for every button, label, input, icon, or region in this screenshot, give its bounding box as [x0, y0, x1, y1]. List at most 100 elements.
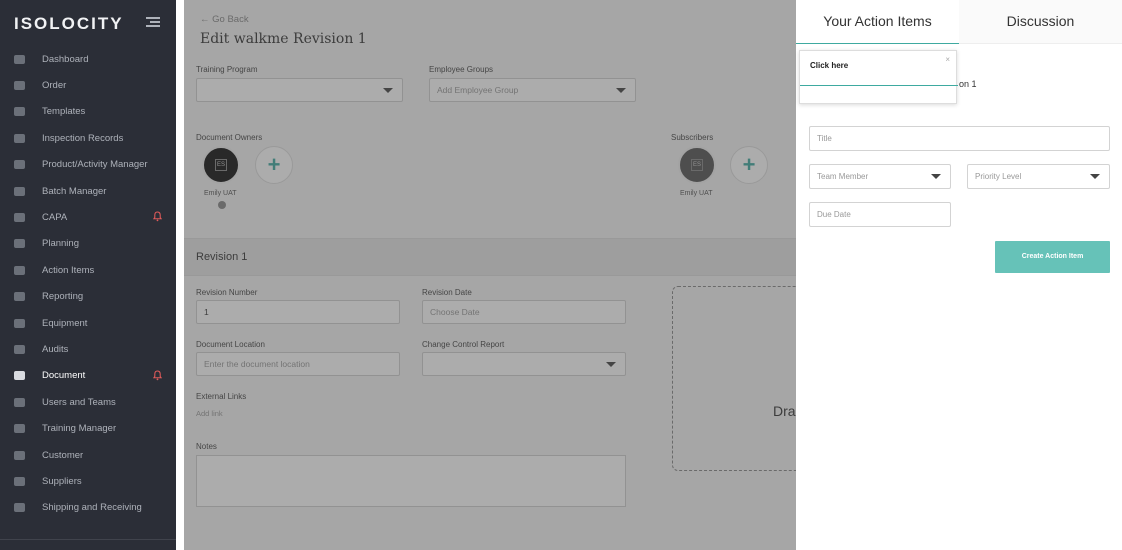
sidebar-item-audits[interactable]: Audits	[0, 336, 176, 362]
create-action-item-button[interactable]: Create Action Item	[995, 241, 1110, 273]
sidebar-item-action-items[interactable]: Action Items	[0, 257, 176, 283]
sidebar-nav: Dashboard Order Templates Inspection Record…	[0, 46, 176, 521]
sidebar-item-customer[interactable]: Customer	[0, 442, 176, 468]
sidebar-item-suppliers[interactable]: Suppliers	[0, 468, 176, 494]
revision-header: Revision 1	[196, 251, 248, 263]
sidebar: ISOLOCITY Dashboard Order Templates Inspect…	[0, 0, 176, 550]
owner-name: Emily UAT	[204, 190, 237, 197]
sidebar-divider	[0, 539, 176, 540]
order-icon	[12, 80, 26, 92]
action-title-input[interactable]: Title	[809, 126, 1110, 151]
sidebar-item-templates[interactable]: Templates	[0, 99, 176, 125]
map-icon	[12, 238, 26, 250]
priority-placeholder: Priority Level	[975, 172, 1022, 181]
team-member-select[interactable]: Team Member	[809, 164, 951, 189]
go-back-link[interactable]: ← Go Back	[200, 14, 249, 25]
owner-initials: ES	[215, 159, 227, 171]
sidebar-item-label: Planning	[42, 238, 79, 250]
document-owners-label: Document Owners	[196, 133, 263, 142]
due-date-placeholder: Due Date	[817, 210, 851, 219]
document-location-placeholder: Enter the document location	[204, 359, 310, 369]
revision-header-bar: Revision 1	[184, 238, 796, 276]
revision-number-value: 1	[204, 307, 209, 317]
sidebar-item-label: Reporting	[42, 291, 84, 303]
sidebar-item-reporting[interactable]: Reporting	[0, 284, 176, 310]
main-content: ← Go Back Edit walkme Revision 1 Trainin…	[184, 0, 796, 550]
sidebar-item-training-manager[interactable]: Training Manager	[0, 415, 176, 441]
training-program-select[interactable]	[196, 78, 403, 102]
users-icon	[12, 396, 26, 408]
sidebar-item-label: Action Items	[42, 264, 95, 276]
drop-zone-text: Dra	[773, 403, 796, 419]
checkbox-icon	[12, 264, 26, 276]
subscriber-name: Emily UAT	[680, 190, 713, 197]
bell-icon	[152, 370, 163, 381]
sidebar-item-document[interactable]: Document	[0, 363, 176, 389]
tab-your-action-items[interactable]: Your Action Items	[796, 0, 959, 44]
sidebar-item-label: Document	[42, 370, 86, 382]
document-location-label: Document Location	[196, 340, 265, 349]
sidebar-item-equipment[interactable]: Equipment	[0, 310, 176, 336]
truck-icon	[12, 317, 26, 329]
folder-icon	[12, 370, 26, 382]
remove-owner-icon[interactable]	[218, 201, 226, 209]
sidebar-item-capa[interactable]: CAPA	[0, 204, 176, 230]
employee-groups-placeholder: Add Employee Group	[437, 85, 519, 95]
close-icon[interactable]: ×	[945, 55, 950, 64]
inspection-icon	[12, 132, 26, 144]
walkme-tooltip[interactable]: Click here ×	[799, 50, 958, 104]
sidebar-item-label: Shipping and Receiving	[42, 502, 142, 514]
barcode-icon	[12, 185, 26, 197]
hamburger-menu-icon[interactable]	[146, 17, 160, 28]
sidebar-item-label: Suppliers	[42, 475, 82, 487]
document-location-input[interactable]: Enter the document location	[196, 352, 400, 376]
sidebar-item-label: Dashboard	[42, 53, 89, 65]
team-member-placeholder: Team Member	[817, 172, 869, 181]
sidebar-item-inspection-records[interactable]: Inspection Records	[0, 125, 176, 151]
sidebar-item-label: Templates	[42, 106, 86, 118]
change-control-select[interactable]	[422, 352, 626, 376]
training-program-label: Training Program	[196, 65, 258, 74]
sidebar-item-dashboard[interactable]: Dashboard	[0, 46, 176, 72]
external-links-label: External Links	[196, 392, 247, 401]
notes-textarea[interactable]	[196, 455, 626, 507]
revision-date-input[interactable]: Choose Date	[422, 300, 626, 324]
add-owner-button[interactable]: +	[255, 146, 293, 184]
subscriber-avatar: ES	[678, 146, 716, 184]
sidebar-item-shipping-and-receiving[interactable]: Shipping and Receiving	[0, 495, 176, 521]
capa-icon	[12, 212, 26, 224]
owner-avatar: ES	[202, 146, 240, 184]
sidebar-item-product-activity-manager[interactable]: Product/Activity Manager	[0, 152, 176, 178]
chevron-down-icon	[1090, 174, 1100, 179]
sidebar-item-label: Customer	[42, 449, 84, 461]
sidebar-item-label: Training Manager	[42, 423, 117, 435]
employee-groups-select[interactable]: Add Employee Group	[429, 78, 636, 102]
page-title: Edit walkme Revision 1	[200, 31, 367, 47]
add-link[interactable]: Add link	[196, 409, 223, 418]
subscribers-label: Subscribers	[671, 133, 714, 142]
inbox-icon	[12, 502, 26, 514]
revision-number-input[interactable]: 1	[196, 300, 400, 324]
tooltip-divider	[800, 85, 958, 86]
sidebar-gap	[176, 0, 184, 550]
revision-date-placeholder: Choose Date	[430, 307, 480, 317]
sidebar-item-order[interactable]: Order	[0, 72, 176, 98]
report-icon	[12, 291, 26, 303]
sidebar-item-batch-manager[interactable]: Batch Manager	[0, 178, 176, 204]
audit-icon	[12, 343, 26, 355]
sidebar-item-planning[interactable]: Planning	[0, 231, 176, 257]
app-root: ISOLOCITY Dashboard Order Templates Inspect…	[0, 0, 1122, 550]
add-subscriber-button[interactable]: +	[730, 146, 768, 184]
due-date-input[interactable]: Due Date	[809, 202, 951, 227]
sidebar-item-label: Product/Activity Manager	[42, 159, 148, 171]
revision-number-label: Revision Number	[196, 288, 258, 297]
chevron-down-icon	[616, 88, 626, 93]
tab-discussion[interactable]: Discussion	[959, 0, 1122, 44]
sidebar-item-label: Users and Teams	[42, 396, 116, 408]
priority-level-select[interactable]: Priority Level	[967, 164, 1110, 189]
sidebar-item-users-and-teams[interactable]: Users and Teams	[0, 389, 176, 415]
sidebar-item-label: Batch Manager	[42, 185, 107, 197]
chevron-down-icon	[606, 362, 616, 367]
file-drop-zone[interactable]: Dra	[672, 286, 796, 471]
sidebar-item-label: Equipment	[42, 317, 88, 329]
